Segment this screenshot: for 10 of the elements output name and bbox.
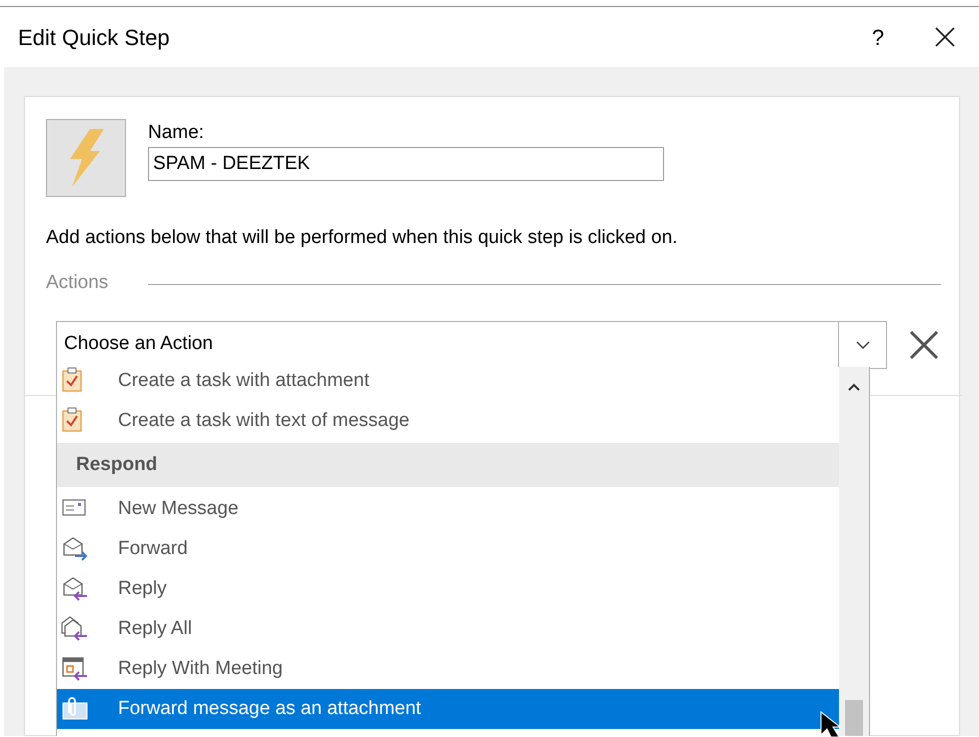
window-title: Edit Quick Step xyxy=(18,24,170,52)
section-title: Actions xyxy=(46,271,110,295)
instruction-text: Add actions below that will be performed when this quick step is clicked on. xyxy=(46,226,679,250)
action-option[interactable]: Forward message as an attachment xyxy=(57,689,839,729)
action-dropdown[interactable]: Choose an Action xyxy=(56,320,887,368)
name-label: Name: xyxy=(148,121,205,145)
name-input[interactable]: SPAM - DEEZTEK xyxy=(148,147,664,181)
help-button[interactable]: ? xyxy=(863,20,893,54)
group-header: Respond xyxy=(57,443,839,487)
dropdown-value: Choose an Action xyxy=(63,332,213,356)
